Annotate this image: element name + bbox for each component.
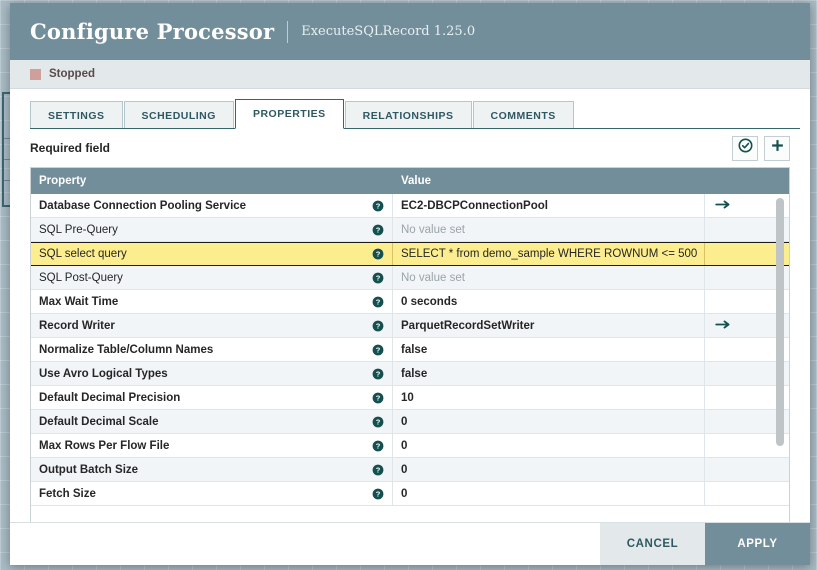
verify-properties-button[interactable] [732, 135, 758, 161]
property-name-cell: Default Decimal Precision [39, 391, 181, 404]
help-circle-icon[interactable]: ? [363, 314, 393, 337]
property-name-cell: SQL Post-Query [39, 271, 123, 284]
svg-text:?: ? [375, 345, 380, 354]
property-value-cell[interactable]: 0 seconds [393, 290, 705, 313]
apply-button[interactable]: APPLY [705, 523, 810, 565]
table-header-row: Property Value [31, 168, 789, 194]
property-value-cell[interactable]: EC2-DBCPConnectionPool [393, 194, 705, 217]
table-row[interactable]: Max Rows Per Flow File? 0 [31, 434, 789, 458]
svg-text:?: ? [375, 441, 380, 450]
property-value-cell[interactable]: 0 [393, 410, 705, 433]
cancel-button[interactable]: CANCEL [600, 523, 705, 565]
dialog-footer: CANCEL APPLY [10, 522, 810, 565]
page-title: Configure Processor [30, 19, 275, 44]
help-circle-icon[interactable]: ? [363, 386, 393, 409]
property-name-cell: Record Writer [39, 319, 115, 332]
svg-text:?: ? [375, 225, 380, 234]
help-circle-icon[interactable]: ? [363, 290, 393, 313]
help-circle-icon[interactable]: ? [363, 410, 393, 433]
property-value-cell[interactable]: No value set [393, 218, 705, 241]
tab-comments[interactable]: COMMENTS [472, 101, 574, 129]
column-header-value[interactable]: Value [393, 175, 705, 187]
help-circle-icon[interactable]: ? [363, 266, 393, 289]
property-value-cell[interactable]: false [393, 338, 705, 361]
required-field-label: Required field [30, 141, 111, 155]
table-row[interactable]: Output Batch Size? 0 [31, 458, 789, 482]
tab-settings[interactable]: SETTINGS [30, 101, 123, 129]
property-name-cell: Fetch Size [39, 487, 96, 500]
table-row[interactable]: Normalize Table/Column Names? false [31, 338, 789, 362]
svg-text:?: ? [375, 273, 380, 282]
tab-properties[interactable]: PROPERTIES [234, 99, 344, 129]
svg-text:?: ? [375, 393, 380, 402]
svg-text:?: ? [375, 201, 380, 210]
property-name-cell: Default Decimal Scale [39, 415, 159, 428]
column-header-property[interactable]: Property [31, 175, 363, 187]
table-toolbar: Required field [10, 129, 810, 167]
table-row[interactable]: Fetch Size? 0 [31, 482, 789, 506]
help-circle-icon[interactable]: ? [363, 218, 393, 241]
property-name-cell: Normalize Table/Column Names [39, 343, 214, 356]
tab-relationships[interactable]: RELATIONSHIPS [344, 101, 472, 129]
check-circle-icon [738, 138, 753, 158]
property-value-cell[interactable]: 0 [393, 434, 705, 457]
property-value-cell[interactable]: No value set [393, 266, 705, 289]
table-body: Database Connection Pooling Service? EC2-… [31, 194, 789, 522]
property-value-cell[interactable]: 10 [393, 386, 705, 409]
property-name-cell: Database Connection Pooling Service [39, 199, 247, 212]
configure-processor-dialog: Configure Processor ExecuteSQLRecord 1.2… [10, 3, 810, 565]
property-action-cell [705, 482, 789, 505]
svg-text:?: ? [375, 297, 380, 306]
svg-text:?: ? [375, 465, 380, 474]
property-value-cell[interactable]: 0 [393, 458, 705, 481]
status-badge: Stopped [49, 68, 95, 80]
add-property-button[interactable] [764, 135, 790, 161]
svg-text:?: ? [375, 321, 380, 330]
help-circle-icon[interactable]: ? [363, 194, 393, 217]
property-name-cell: SQL Pre-Query [39, 223, 118, 236]
arrow-right-icon[interactable] [715, 197, 732, 215]
help-circle-icon[interactable]: ? [363, 482, 393, 505]
svg-text:?: ? [375, 369, 380, 378]
title-separator [287, 20, 289, 43]
svg-text:?: ? [375, 489, 380, 498]
help-circle-icon[interactable]: ? [363, 338, 393, 361]
table-row[interactable]: Database Connection Pooling Service? EC2-… [31, 194, 789, 218]
table-row[interactable]: Use Avro Logical Types? false [31, 362, 789, 386]
processor-type-label: ExecuteSQLRecord 1.25.0 [301, 24, 476, 39]
dialog-header: Configure Processor ExecuteSQLRecord 1.2… [10, 3, 810, 60]
status-bar: Stopped [10, 60, 810, 89]
svg-text:?: ? [375, 250, 380, 259]
property-name-cell: Max Wait Time [39, 295, 119, 308]
table-row[interactable]: Record Writer? ParquetRecordSetWriter [31, 314, 789, 338]
property-name-cell: Use Avro Logical Types [39, 367, 168, 380]
property-value-cell[interactable]: ParquetRecordSetWriter [393, 314, 705, 337]
arrow-right-icon[interactable] [715, 317, 732, 335]
table-row[interactable]: SQL Pre-Query? No value set [31, 218, 789, 242]
table-row[interactable]: SQL Post-Query? No value set [31, 266, 789, 290]
tab-scheduling[interactable]: SCHEDULING [123, 101, 234, 129]
table-row[interactable]: Default Decimal Scale? 0 [31, 410, 789, 434]
property-name-cell: SQL select query [39, 248, 127, 260]
property-name-cell: Max Rows Per Flow File [39, 439, 170, 452]
table-row[interactable]: SQL select query? SELECT * from demo_samp… [31, 242, 789, 266]
table-row[interactable]: Max Wait Time? 0 seconds [31, 290, 789, 314]
help-circle-icon[interactable]: ? [363, 434, 393, 457]
property-name-cell: Output Batch Size [39, 463, 139, 476]
property-value-cell[interactable]: SELECT * from demo_sample WHERE ROWNUM <… [393, 243, 705, 265]
help-circle-icon[interactable]: ? [363, 362, 393, 385]
tab-strip: SETTINGS SCHEDULING PROPERTIES RELATIONSHIP… [10, 89, 810, 129]
properties-table: Property Value Database Connection Pooli… [30, 167, 790, 522]
property-value-cell[interactable]: false [393, 362, 705, 385]
plus-icon [770, 138, 785, 158]
help-circle-icon[interactable]: ? [363, 243, 393, 265]
property-action-cell [705, 458, 789, 481]
svg-text:?: ? [375, 417, 380, 426]
property-value-cell[interactable]: 0 [393, 482, 705, 505]
table-vertical-scrollbar[interactable] [776, 198, 784, 446]
table-row[interactable]: Default Decimal Precision? 10 [31, 386, 789, 410]
status-indicator-icon [30, 68, 41, 80]
help-circle-icon[interactable]: ? [363, 458, 393, 481]
